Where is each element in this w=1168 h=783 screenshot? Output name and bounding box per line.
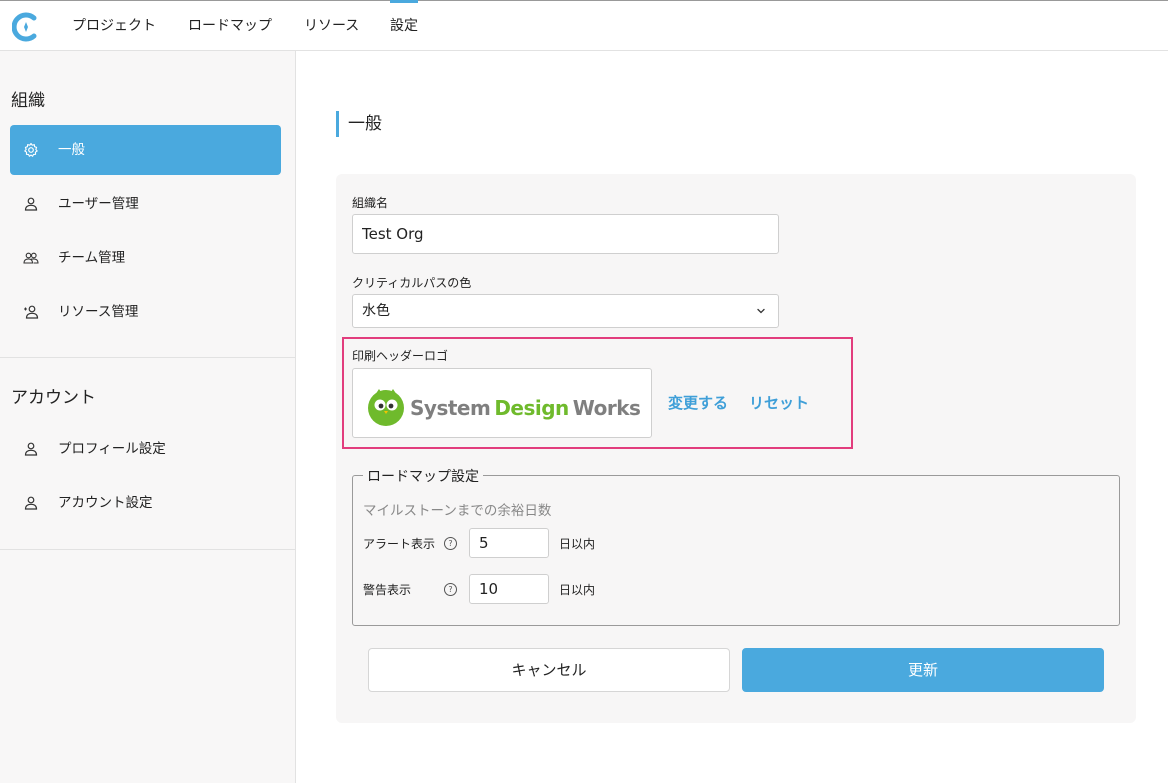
resource-user-icon bbox=[24, 305, 39, 319]
alert-days-unit: 日以内 bbox=[559, 537, 596, 551]
sidebar-divider bbox=[0, 357, 295, 358]
logo-text-design: Design bbox=[494, 396, 568, 420]
alert-display-label: アラート表示 bbox=[363, 537, 436, 551]
nav-settings[interactable]: 設定 bbox=[390, 0, 418, 51]
sidebar-item-label: 一般 bbox=[58, 142, 85, 158]
sidebar-item-label: プロフィール設定 bbox=[58, 441, 166, 457]
user-icon bbox=[24, 442, 38, 456]
chevron-down-icon bbox=[757, 308, 765, 314]
print-header-logo-preview: System Design Works bbox=[352, 368, 652, 438]
user-icon bbox=[24, 496, 38, 510]
alert-days-input[interactable] bbox=[469, 528, 549, 558]
warning-display-label: 警告表示 bbox=[363, 583, 412, 597]
nav-resources[interactable]: リソース bbox=[304, 1, 359, 51]
roadmap-settings-legend: ロードマップ設定 bbox=[363, 466, 483, 486]
org-name-input[interactable] bbox=[352, 214, 779, 254]
roadmap-settings-group bbox=[352, 475, 1120, 626]
milestone-margin-days-label: マイルストーンまでの余裕日数 bbox=[363, 503, 552, 519]
user-icon bbox=[24, 197, 38, 211]
reset-logo-link[interactable]: リセット bbox=[749, 392, 809, 413]
sidebar-heading-organization: 組織 bbox=[11, 91, 45, 111]
sidebar-item-profile-settings[interactable]: プロフィール設定 bbox=[10, 424, 281, 474]
nav-projects[interactable]: プロジェクト bbox=[72, 1, 156, 51]
org-name-label: 組織名 bbox=[352, 196, 389, 210]
cancel-button[interactable]: キャンセル bbox=[368, 648, 730, 692]
sidebar-heading-account: アカウント bbox=[11, 388, 96, 408]
team-icon bbox=[23, 252, 39, 264]
system-design-works-logo: System Design Works bbox=[368, 389, 641, 426]
critical-path-color-label: クリティカルパスの色 bbox=[352, 276, 472, 290]
gear-icon bbox=[24, 142, 38, 157]
nav-roadmap[interactable]: ロードマップ bbox=[188, 1, 272, 51]
sidebar-item-resource-management[interactable]: リソース管理 bbox=[10, 287, 281, 337]
sidebar-divider bbox=[0, 549, 295, 550]
logo-text-system: System bbox=[410, 396, 490, 420]
help-icon[interactable]: ? bbox=[444, 537, 457, 550]
critical-path-color-select[interactable]: 水色 bbox=[352, 294, 779, 328]
logo-text-works: Works bbox=[573, 396, 641, 420]
change-logo-link[interactable]: 変更する bbox=[668, 392, 728, 413]
sidebar-item-label: ユーザー管理 bbox=[58, 196, 139, 212]
sidebar-item-label: リソース管理 bbox=[58, 304, 139, 320]
sidebar: 組織 一般 ユーザー管理 チーム管理 リソース管理 アカウント プロフィール設定… bbox=[0, 51, 296, 783]
warning-days-input[interactable] bbox=[469, 574, 549, 604]
app-logo-icon[interactable] bbox=[12, 11, 40, 43]
svg-text:SystemDesignWorks: System Design Works bbox=[410, 396, 640, 420]
sidebar-item-team-management[interactable]: チーム管理 bbox=[10, 233, 281, 283]
sidebar-item-account-settings[interactable]: アカウント設定 bbox=[10, 478, 281, 528]
sidebar-item-label: チーム管理 bbox=[58, 250, 126, 266]
top-nav-bar: プロジェクト ロードマップ リソース 設定 bbox=[0, 0, 1168, 51]
sidebar-item-general[interactable]: 一般 bbox=[10, 125, 281, 175]
update-button[interactable]: 更新 bbox=[742, 648, 1104, 692]
sidebar-item-user-management[interactable]: ユーザー管理 bbox=[10, 179, 281, 229]
warning-days-unit: 日以内 bbox=[559, 583, 596, 597]
page-title: 一般 bbox=[336, 111, 382, 137]
critical-path-color-value: 水色 bbox=[362, 303, 390, 319]
print-header-logo-label: 印刷ヘッダーロゴ bbox=[352, 349, 449, 363]
help-icon[interactable]: ? bbox=[444, 583, 457, 596]
sidebar-item-label: アカウント設定 bbox=[58, 495, 153, 511]
